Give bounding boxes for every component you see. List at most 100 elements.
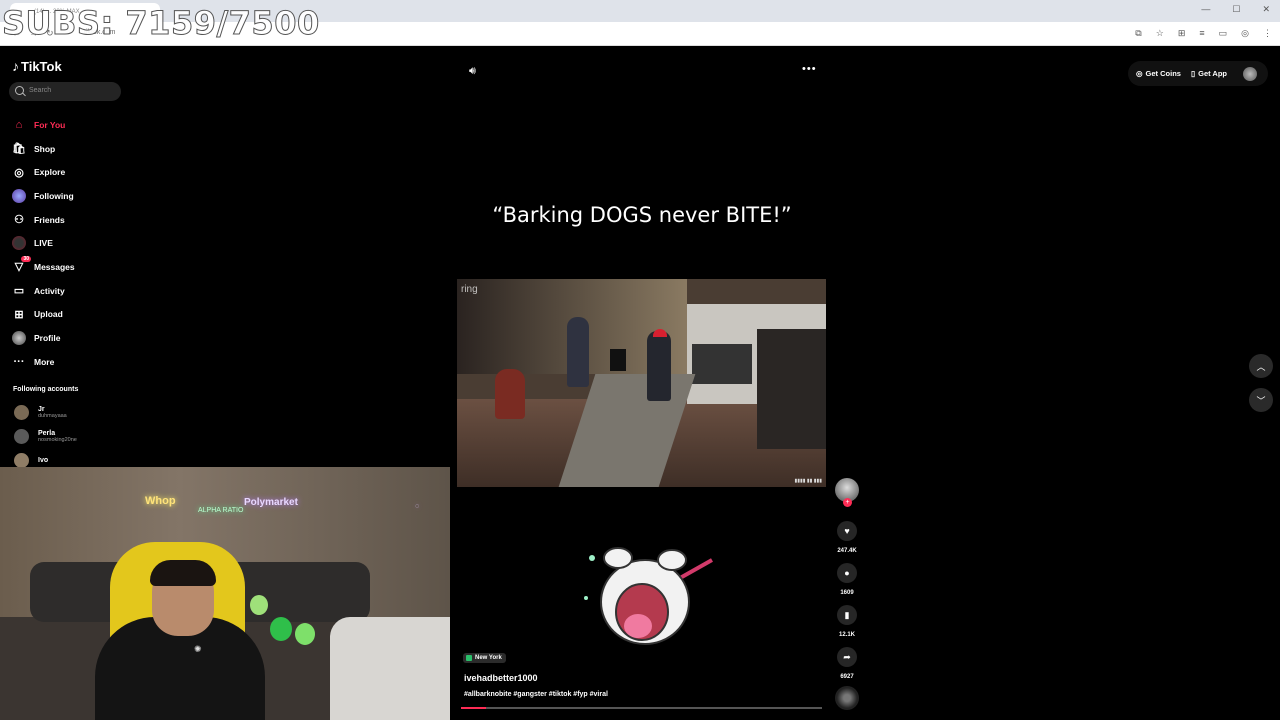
sidebar-toggle-icon[interactable]: ▭ (1219, 28, 1228, 39)
save-count: 12.1K (838, 632, 855, 638)
search-icon (15, 86, 24, 95)
share-arrow-icon: ➦ (843, 651, 851, 662)
compass-icon: ◎ (14, 166, 24, 179)
video-progress-bar[interactable] (461, 707, 822, 709)
follow-plus-icon[interactable]: + (843, 498, 852, 507)
user-avatar[interactable] (1243, 66, 1257, 81)
location-pin-icon (466, 655, 472, 661)
tiktok-logo[interactable]: ♪ TikTok (12, 58, 62, 74)
sidebar-item-friends[interactable]: ⚇ Friends (12, 208, 75, 232)
search-input[interactable]: Search (9, 82, 121, 101)
video-headline-text: “Barking DOGS never BITE!” (492, 203, 792, 227)
account-name: Ivo (38, 457, 49, 464)
share-count: 6927 (840, 674, 854, 680)
following-avatar-icon (12, 188, 26, 203)
neon-sign-alpha: ALPHA RATIO (198, 507, 244, 514)
sidebar: ♪ TikTok Search ⌂ For You 🛍︎ Shop ◎ Expl… (0, 47, 135, 468)
neon-sign-polymarket: Polymarket (244, 497, 298, 508)
sidebar-item-messages[interactable]: ▽ 30 Messages (12, 255, 75, 279)
following-account[interactable]: Jr duhmayaaa (14, 405, 67, 420)
music-disc-icon[interactable] (835, 686, 859, 710)
account-name: Jr (38, 406, 45, 413)
sidebar-item-live[interactable]: LIVE (12, 231, 75, 255)
video-more-options-icon[interactable]: ••• (802, 63, 817, 75)
sidebar-item-following[interactable]: Following (12, 184, 75, 208)
neon-sign-whop: Whop (145, 495, 176, 507)
ring-watermark: ring (461, 284, 478, 295)
like-button[interactable]: ♥ (837, 521, 857, 541)
messages-icon: ▽ 30 (14, 255, 31, 274)
subs-goal-overlay: SUBS: 7159/7500 (2, 4, 320, 43)
comment-count: 1609 (840, 590, 854, 596)
media-control-icon[interactable]: ≡ (1199, 28, 1204, 39)
green-balloon (270, 617, 292, 641)
cctv-register (610, 349, 626, 371)
cctv-seated-customer (495, 369, 525, 419)
video-hashtags[interactable]: #allbarknobite #gangster #tiktok #fyp #v… (464, 691, 608, 698)
close-icon[interactable]: ✕ (1262, 4, 1270, 15)
shop-bag-icon: 🛍︎ (12, 143, 26, 156)
get-app-label: Get App (1198, 69, 1227, 78)
sidebar-item-label: Shop (34, 143, 56, 154)
sidebar-item-label: Explore (34, 167, 66, 178)
cctv-oven (757, 329, 826, 449)
avatar (14, 429, 29, 444)
following-accounts-heading: Following accounts (13, 386, 79, 393)
share-button[interactable]: ➦ (837, 647, 857, 667)
sidebar-item-upload[interactable]: ⊞ Upload (12, 303, 75, 327)
hoodie-logo: ✺ (194, 644, 202, 654)
video-author[interactable]: ivehadbetter1000 (464, 673, 538, 683)
avatar (14, 405, 29, 420)
logo-text: TikTok (21, 58, 62, 74)
sidebar-item-label: For You (34, 119, 66, 130)
friends-icon: ⚇ (14, 214, 24, 227)
upload-icon: ⊞ (14, 308, 24, 321)
get-app-button[interactable]: ▯ Get App (1191, 69, 1227, 78)
comment-button[interactable]: ● (837, 563, 857, 583)
sidebar-item-profile[interactable]: Profile (12, 326, 75, 350)
volume-icon[interactable]: 🔊︎ (469, 65, 476, 78)
avatar (14, 453, 29, 468)
sidebar-item-more[interactable]: ··· More (12, 350, 75, 374)
chevron-down-icon: ﹀ (1256, 395, 1266, 406)
install-app-icon[interactable]: ⧉ (1135, 28, 1141, 39)
location-label: New York (475, 655, 502, 661)
following-account[interactable]: Perla nosmoking20ne (14, 429, 77, 444)
sidebar-item-label: Following (34, 190, 74, 201)
sidebar-item-explore[interactable]: ◎ Explore (12, 160, 75, 184)
like-count: 247.4K (837, 548, 857, 554)
extensions-icon[interactable]: ⊞ (1178, 28, 1186, 39)
sidebar-item-shop[interactable]: 🛍︎ Shop (12, 137, 75, 161)
activity-icon: ▭ (13, 285, 25, 298)
cctv-red-cap (653, 329, 667, 337)
next-video-button[interactable]: ﹀ (1249, 388, 1273, 412)
profile-avatar-icon (12, 331, 26, 346)
save-button[interactable]: ▮ (837, 605, 857, 625)
camera-timestamp: ▮▮▮▮ ▮▮ ▮▮▮ (794, 478, 822, 484)
tiktok-note-icon: ♪ (12, 58, 19, 74)
minimize-icon[interactable]: — (1201, 4, 1210, 15)
browser-profile-icon[interactable]: ◎ (1241, 28, 1249, 39)
cctv-steel-counter (692, 344, 752, 384)
maximize-icon[interactable]: ☐ (1232, 4, 1240, 15)
cctv-worker (647, 331, 671, 401)
neon-sign-right: ◌ (415, 503, 420, 510)
video-progress-fill (461, 707, 487, 709)
get-coins-button[interactable]: ◎ Get Coins (1136, 69, 1181, 78)
sidebar-item-activity[interactable]: ▭ Activity (12, 279, 75, 303)
window-controls: — ☐ ✕ (1201, 4, 1270, 15)
bookmark-star-icon[interactable]: ☆ (1156, 28, 1164, 39)
sidebar-item-for-you[interactable]: ⌂ For You (12, 113, 75, 137)
account-handle: duhmayaaa (38, 413, 67, 419)
sidebar-item-label: Friends (34, 214, 65, 225)
messages-badge: 30 (21, 255, 31, 262)
sidebar-item-label: Messages (34, 261, 75, 272)
location-tag[interactable]: New York (463, 653, 506, 663)
coin-icon: ◎ (1136, 69, 1143, 78)
account-name: Perla (38, 430, 56, 437)
following-account[interactable]: Ivo (14, 453, 48, 468)
browser-menu-icon[interactable]: ⋮ (1263, 28, 1272, 39)
previous-video-button[interactable]: ︿ (1249, 354, 1273, 378)
more-dots-icon: ··· (13, 355, 25, 368)
sidebar-item-label: LIVE (34, 238, 53, 249)
